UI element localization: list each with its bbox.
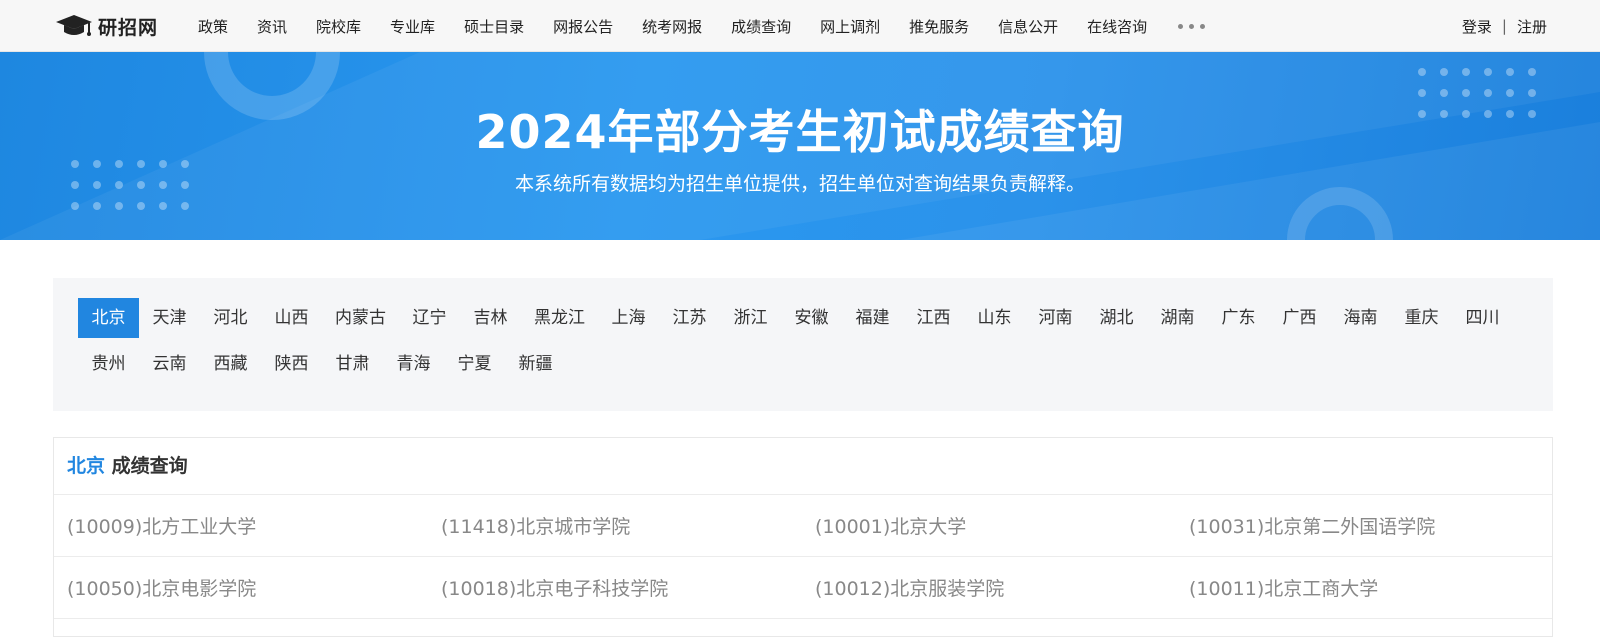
hero-banner: 2024年部分考生初试成绩查询 本系统所有数据均为招生单位提供，招生单位对查询结…	[0, 52, 1600, 240]
school-link[interactable]: (10031)北京第二外国语学院	[1176, 512, 1550, 539]
province-tab[interactable]: 河南	[1025, 298, 1086, 338]
province-tab[interactable]: 陕西	[261, 344, 322, 384]
school-row: (10050)北京电影学院 (10018)北京电子科技学院 (10012)北京服…	[54, 557, 1552, 619]
province-tab[interactable]: 西藏	[200, 344, 261, 384]
province-tab[interactable]: 湖南	[1147, 298, 1208, 338]
school-link[interactable]: (10018)北京电子科技学院	[428, 574, 802, 601]
province-tab[interactable]: 浙江	[720, 298, 781, 338]
province-tab[interactable]: 广东	[1208, 298, 1269, 338]
nav-item-scores[interactable]: 成绩查询	[731, 16, 791, 37]
province-row: 贵州 云南 西藏 陕西 甘肃 青海 宁夏 新疆	[78, 344, 1528, 384]
province-filter: 北京 天津 河北 山西 内蒙古 辽宁 吉林 黑龙江 上海 江苏 浙江 安徽 福建…	[53, 278, 1553, 411]
nav-item-policy[interactable]: 政策	[198, 16, 228, 37]
province-tab[interactable]: 云南	[139, 344, 200, 384]
school-link[interactable]: (10012)北京服装学院	[802, 574, 1176, 601]
province-tab[interactable]: 福建	[842, 298, 903, 338]
province-tab[interactable]: 新疆	[505, 344, 566, 384]
auth-links: 登录 | 注册	[1462, 0, 1547, 52]
province-tab[interactable]: 安徽	[781, 298, 842, 338]
results-region: 北京	[67, 455, 106, 477]
province-tab[interactable]: 江苏	[659, 298, 720, 338]
results-heading: 北京 成绩查询	[54, 438, 1552, 495]
page-title: 2024年部分考生初试成绩查询	[475, 105, 1125, 159]
province-tab[interactable]: 重庆	[1391, 298, 1452, 338]
province-tab[interactable]: 黑龙江	[521, 298, 598, 338]
results-panel: 北京 成绩查询 (10009)北方工业大学 (11418)北京城市学院 (100…	[53, 437, 1553, 637]
school-link[interactable]: (10050)北京电影学院	[54, 574, 428, 601]
nav-item-schools[interactable]: 院校库	[316, 16, 361, 37]
auth-separator: |	[1501, 17, 1507, 35]
graduation-cap-icon	[56, 15, 92, 36]
school-link[interactable]: (10009)北方工业大学	[54, 512, 428, 539]
nav-item-majors[interactable]: 专业库	[390, 16, 435, 37]
province-tab[interactable]: 四川	[1452, 298, 1513, 338]
province-tab[interactable]: 贵州	[78, 344, 139, 384]
province-tab[interactable]: 广西	[1269, 298, 1330, 338]
province-tab[interactable]: 青海	[383, 344, 444, 384]
login-link[interactable]: 登录	[1462, 16, 1492, 37]
nav-item-disclosure[interactable]: 信息公开	[998, 16, 1058, 37]
logo-text: 研招网	[98, 16, 159, 39]
province-tab[interactable]: 河北	[200, 298, 261, 338]
register-link[interactable]: 注册	[1517, 16, 1547, 37]
province-tab[interactable]: 山东	[964, 298, 1025, 338]
school-link[interactable]: (10011)北京工商大学	[1176, 574, 1550, 601]
province-row: 北京 天津 河北 山西 内蒙古 辽宁 吉林 黑龙江 上海 江苏 浙江 安徽 福建…	[78, 298, 1528, 338]
school-link[interactable]: (11418)北京城市学院	[428, 512, 802, 539]
top-navbar: 研招网 政策 资讯 院校库 专业库 硕士目录 网报公告 统考网报 成绩查询 网上…	[0, 0, 1600, 52]
results-heading-suffix: 成绩查询	[111, 455, 188, 477]
province-tab[interactable]: 江西	[903, 298, 964, 338]
province-tab[interactable]: 辽宁	[399, 298, 460, 338]
school-row: (10009)北方工业大学 (11418)北京城市学院 (10001)北京大学 …	[54, 495, 1552, 557]
province-tab[interactable]: 海南	[1330, 298, 1391, 338]
province-tab[interactable]: 山西	[261, 298, 322, 338]
province-tab[interactable]: 吉林	[460, 298, 521, 338]
nav-item-adjustment[interactable]: 网上调剂	[820, 16, 880, 37]
province-tab[interactable]: 天津	[139, 298, 200, 338]
province-tab[interactable]: 宁夏	[444, 344, 505, 384]
nav-item-catalog[interactable]: 硕士目录	[464, 16, 524, 37]
school-link[interactable]: (10001)北京大学	[802, 512, 1176, 539]
province-tab[interactable]: 北京	[78, 298, 139, 338]
province-tab[interactable]: 甘肃	[322, 344, 383, 384]
province-tab[interactable]: 上海	[598, 298, 659, 338]
nav-item-recommendation[interactable]: 推免服务	[909, 16, 969, 37]
site-logo[interactable]: 研招网	[54, 12, 158, 40]
nav-item-registration[interactable]: 统考网报	[642, 16, 702, 37]
nav-item-news[interactable]: 资讯	[257, 16, 287, 37]
more-dots-icon[interactable]	[1178, 23, 1211, 29]
province-tab[interactable]: 内蒙古	[322, 298, 399, 338]
page-subtitle: 本系统所有数据均为招生单位提供，招生单位对查询结果负责解释。	[514, 173, 1085, 195]
province-tab[interactable]: 湖北	[1086, 298, 1147, 338]
nav-item-consult[interactable]: 在线咨询	[1087, 16, 1147, 37]
nav-item-announcements[interactable]: 网报公告	[553, 16, 613, 37]
main-nav: 政策 资讯 院校库 专业库 硕士目录 网报公告 统考网报 成绩查询 网上调剂 推…	[198, 0, 1211, 52]
